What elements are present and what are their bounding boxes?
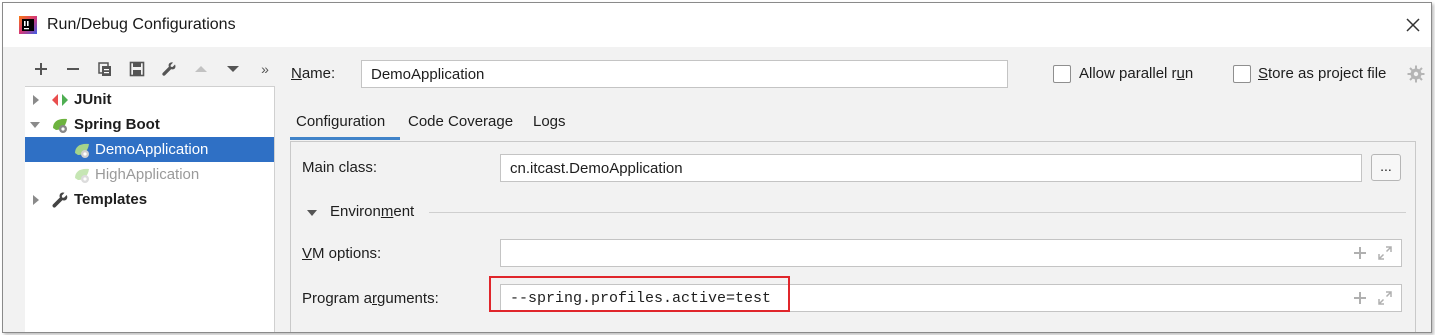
copy-icon xyxy=(98,62,111,76)
configuration-tree[interactable]: JUnit Spring Boot DemoApplication HighAp… xyxy=(25,86,275,332)
program-arguments-label: Program arguments: xyxy=(302,290,439,307)
expanded-arrow-icon[interactable] xyxy=(30,120,40,130)
field-actions xyxy=(1353,245,1393,261)
field-actions xyxy=(1353,290,1393,306)
name-label-mnemonic: N xyxy=(291,65,302,82)
allow-parallel-run-label[interactable]: Allow parallel run xyxy=(1079,65,1193,82)
tree-item-templates[interactable]: Templates xyxy=(25,187,274,212)
add-button[interactable] xyxy=(25,55,57,83)
label-part: M options: xyxy=(312,245,382,262)
tab-configuration[interactable]: Configuration xyxy=(290,108,400,140)
expanded-arrow-icon[interactable] xyxy=(307,208,317,218)
label-part: ent xyxy=(393,203,415,220)
intellij-app-icon xyxy=(19,16,37,34)
spring-boot-app-icon xyxy=(75,168,89,183)
label-mnemonic: u xyxy=(1176,65,1185,82)
main-class-field[interactable]: cn.itcast.DemoApplication xyxy=(500,154,1362,182)
tree-item-label: DemoApplication xyxy=(95,141,209,158)
move-up-button[interactable] xyxy=(185,55,217,83)
save-icon xyxy=(129,61,145,77)
label-part: Environ xyxy=(330,203,381,220)
label-part: guments: xyxy=(377,290,439,307)
add-icon[interactable] xyxy=(1353,291,1367,305)
gear-icon[interactable] xyxy=(1407,65,1425,83)
environment-section-label[interactable]: Environment xyxy=(330,203,414,220)
spring-boot-app-icon xyxy=(75,143,89,158)
junit-icon xyxy=(52,94,68,106)
add-icon xyxy=(35,63,47,75)
label-part: Program a xyxy=(302,290,373,307)
window-title: Run/Debug Configurations xyxy=(47,16,236,33)
wrench-icon xyxy=(52,192,68,208)
tree-item-junit[interactable]: JUnit xyxy=(25,87,274,112)
tree-item-high-application[interactable]: HighApplication xyxy=(25,162,274,187)
vm-options-label: VM options: xyxy=(302,245,381,262)
tree-item-label: HighApplication xyxy=(95,166,200,183)
section-divider xyxy=(429,212,1406,213)
tab-code-coverage[interactable]: Code Coverage xyxy=(408,108,513,140)
highlight-annotation-box xyxy=(489,276,790,312)
label-part: n xyxy=(1184,65,1194,82)
more-button[interactable]: » xyxy=(249,55,281,83)
main-class-label: Main class: xyxy=(302,159,378,176)
title-bar: Run/Debug Configurations xyxy=(3,3,1431,47)
store-as-project-file-checkbox[interactable] xyxy=(1233,65,1251,83)
tab-logs[interactable]: Logs xyxy=(533,108,566,140)
label-part: Allow parallel r xyxy=(1079,65,1177,82)
move-up-icon xyxy=(195,66,207,72)
save-button[interactable] xyxy=(121,55,153,83)
tree-item-label: Spring Boot xyxy=(74,116,160,133)
remove-icon xyxy=(67,68,79,70)
label-mnemonic: m xyxy=(380,203,394,220)
name-label: Name: xyxy=(291,65,335,82)
collapsed-arrow-icon[interactable] xyxy=(31,95,41,105)
expand-icon[interactable] xyxy=(1377,290,1393,306)
allow-parallel-run-checkbox[interactable] xyxy=(1053,65,1071,83)
tree-item-label: Templates xyxy=(74,191,148,208)
remove-button[interactable] xyxy=(57,55,89,83)
expand-icon[interactable] xyxy=(1377,245,1393,261)
move-down-button[interactable] xyxy=(217,55,249,83)
add-icon[interactable] xyxy=(1353,246,1367,260)
label-part: tore as project file xyxy=(1268,65,1387,82)
tree-item-spring-boot[interactable]: Spring Boot xyxy=(25,112,274,137)
label-mnemonic: S xyxy=(1258,65,1269,82)
wrench-icon xyxy=(162,62,176,76)
close-icon[interactable] xyxy=(1403,15,1423,35)
name-label-text: ame: xyxy=(301,65,336,82)
configuration-panel: Main class: cn.itcast.DemoApplication ..… xyxy=(290,141,1416,332)
config-toolbar: » xyxy=(25,55,281,83)
spring-boot-icon xyxy=(53,118,67,133)
collapsed-arrow-icon[interactable] xyxy=(31,195,41,205)
browse-main-class-button[interactable]: ... xyxy=(1371,154,1401,181)
vm-options-field[interactable] xyxy=(500,239,1402,267)
tree-item-demo-application[interactable]: DemoApplication xyxy=(25,137,274,162)
copy-button[interactable] xyxy=(89,55,121,83)
tree-item-label: JUnit xyxy=(74,91,112,108)
label-mnemonic: V xyxy=(302,245,313,262)
more-icon: » xyxy=(261,61,269,77)
edit-templates-button[interactable] xyxy=(153,55,185,83)
move-down-icon xyxy=(227,66,239,72)
main-class-value: cn.itcast.DemoApplication xyxy=(510,160,683,177)
name-input[interactable] xyxy=(361,60,1008,88)
store-as-project-file-label[interactable]: Store as project file xyxy=(1258,65,1386,82)
